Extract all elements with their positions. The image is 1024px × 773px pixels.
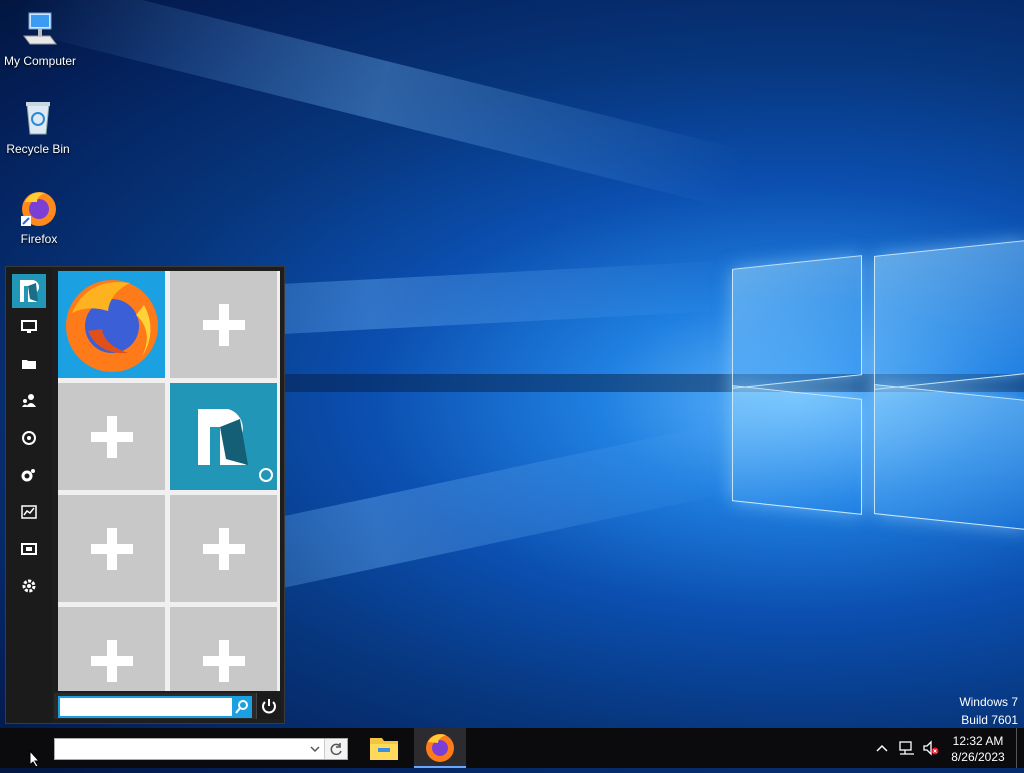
watermark-line: Build 7601 [961, 713, 1018, 727]
wallpaper-pane [874, 384, 1024, 530]
search-button[interactable] [232, 696, 252, 718]
firefox-icon [426, 734, 454, 762]
search-icon [235, 700, 248, 714]
mouse-cursor-icon [29, 750, 41, 768]
start-menu [5, 266, 285, 724]
network-icon[interactable] [898, 740, 916, 756]
show-desktop-button[interactable] [1016, 728, 1024, 768]
desktop-icon-firefox[interactable]: Firefox [0, 188, 79, 246]
desktop-icon-label: Recycle Bin [6, 142, 70, 156]
app-logo-icon [198, 409, 273, 482]
file-explorer-icon [370, 738, 398, 760]
users-icon[interactable] [19, 391, 39, 411]
taskbar-file-explorer[interactable] [358, 728, 410, 768]
start-menu-sidebar [6, 267, 52, 723]
desktop-icon-recycle-bin[interactable]: Recycle Bin [0, 98, 78, 156]
app-logo-icon[interactable] [12, 274, 46, 308]
tile-app-logo[interactable] [170, 383, 277, 490]
clock-date: 8/26/2023 [951, 750, 1005, 764]
address-bar[interactable] [54, 738, 348, 760]
power-icon [262, 699, 276, 714]
taskbar: 12:32 AM 8/26/2023 [0, 728, 1024, 768]
refresh-button[interactable] [324, 739, 347, 759]
computer-icon [20, 10, 60, 50]
chevron-down-icon[interactable] [307, 741, 323, 757]
clock-time: 12:32 AM [952, 734, 1004, 748]
gears-icon[interactable] [19, 465, 39, 485]
tile-add[interactable] [170, 607, 277, 691]
address-input[interactable] [59, 739, 303, 759]
power-button[interactable] [256, 693, 281, 719]
desktop-icon-label: My Computer [3, 54, 77, 68]
start-search-input[interactable] [58, 696, 238, 718]
firefox-icon [19, 188, 59, 228]
desktop-icon-my-computer[interactable]: My Computer [0, 10, 80, 68]
start-menu-tiles [58, 271, 280, 691]
tile-add[interactable] [170, 271, 277, 378]
chart-icon[interactable] [19, 502, 39, 522]
refresh-icon [330, 743, 342, 756]
wallpaper-pane [732, 385, 862, 515]
taskbar-firefox[interactable] [414, 728, 466, 768]
tile-firefox[interactable] [58, 271, 165, 378]
folder-icon[interactable] [19, 354, 39, 374]
os-watermark: Windows 7 Build 7601 [959, 693, 1018, 729]
firefox-icon [66, 280, 158, 372]
screen-icon[interactable] [19, 539, 39, 559]
volume-muted-icon[interactable] [922, 740, 940, 756]
chevron-up-icon[interactable] [873, 740, 891, 756]
network-icon[interactable] [19, 428, 39, 448]
wallpaper-pane [732, 255, 862, 389]
tile-add[interactable] [58, 607, 165, 691]
taskbar-clock[interactable]: 12:32 AM 8/26/2023 [944, 733, 1012, 765]
tile-add[interactable] [58, 383, 165, 490]
start-menu-search-row [54, 693, 281, 719]
recycle-bin-icon [18, 98, 58, 138]
settings-gear-icon[interactable] [19, 576, 39, 596]
wallpaper-pane [874, 240, 1024, 390]
watermark-line: Windows 7 [959, 695, 1018, 709]
monitor-icon[interactable] [19, 317, 39, 337]
tile-add[interactable] [58, 495, 165, 602]
tile-add[interactable] [170, 495, 277, 602]
desktop-icon-label: Firefox [20, 232, 58, 246]
